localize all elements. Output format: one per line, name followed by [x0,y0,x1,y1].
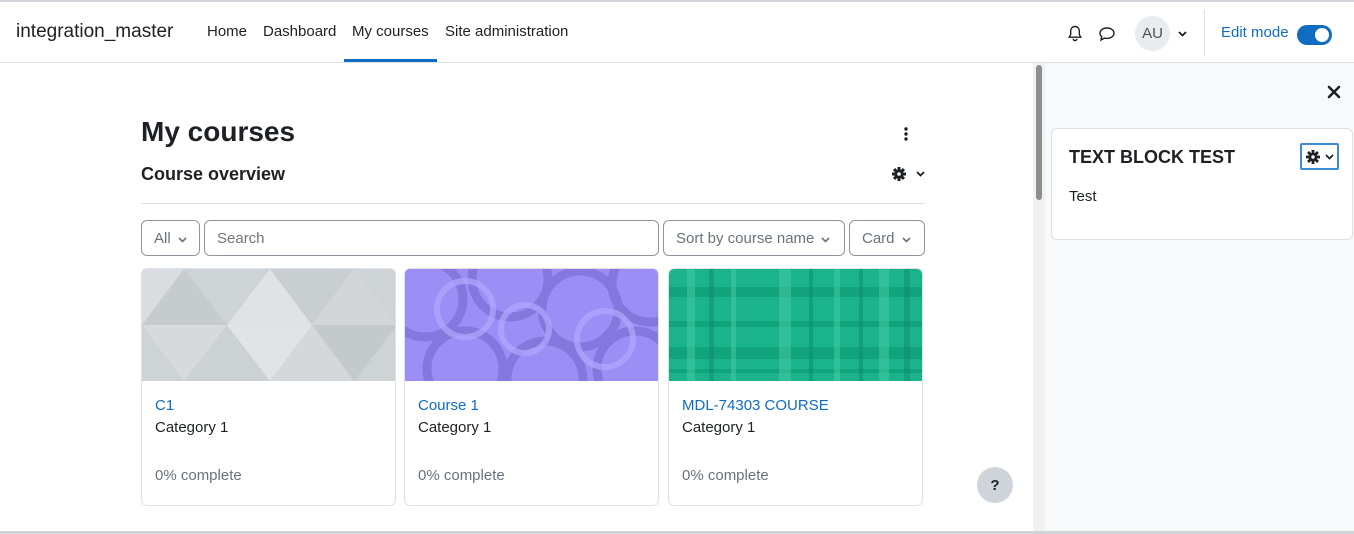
course-name-link[interactable]: Course 1 [418,397,479,414]
notifications-bell-icon[interactable] [1066,24,1084,42]
toggle-knob [1315,28,1329,42]
close-drawer-icon[interactable] [1326,84,1342,100]
view-dropdown-label: Card [862,229,895,247]
help-question-icon: ? [990,476,1000,494]
nav-link-dashboard[interactable]: Dashboard [263,23,336,40]
course-search-input[interactable] [204,220,659,256]
course-name-link[interactable]: MDL-74303 COURSE [682,397,829,414]
chevron-down-icon [178,230,187,247]
user-avatar[interactable]: AU [1135,16,1170,51]
nav-link-my-courses[interactable]: My courses [352,23,429,40]
top-navbar: integration_master Home Dashboard My cou… [0,0,1354,63]
course-name-link[interactable]: C1 [155,397,174,414]
course-image[interactable] [405,269,658,381]
block-content: Test [1069,188,1097,205]
chevron-down-icon [821,230,830,247]
course-category: Category 1 [155,419,229,436]
course-card[interactable]: Course 1 Category 1 0% complete [404,268,659,506]
edit-mode-label[interactable]: Edit mode [1221,24,1289,41]
grouping-dropdown[interactable]: All [141,220,200,256]
course-overview-settings-gear-icon[interactable] [890,164,928,184]
chevron-down-icon [1325,153,1334,160]
user-menu-chevron-down-icon[interactable] [1177,29,1188,39]
grouping-dropdown-label: All [154,229,171,247]
sort-dropdown-label: Sort by course name [676,229,815,247]
course-category: Category 1 [418,419,492,436]
course-image[interactable] [669,269,922,381]
site-name[interactable]: integration_master [16,21,173,43]
messages-bubble-icon[interactable] [1097,25,1116,42]
course-card[interactable]: C1 Category 1 0% complete [141,268,396,506]
nav-link-home[interactable]: Home [207,23,247,40]
section-divider [141,203,925,204]
help-button[interactable]: ? [977,467,1013,503]
course-card[interactable]: MDL-74303 COURSE Category 1 0% complete [668,268,923,506]
course-progress: 0% complete [155,467,242,484]
navbar-divider [1204,10,1205,56]
block-actions-gear-icon[interactable] [1300,143,1339,170]
nav-link-site-administration[interactable]: Site administration [445,23,568,40]
course-category: Category 1 [682,419,756,436]
course-progress: 0% complete [418,467,505,484]
course-overview-title: Course overview [141,164,286,184]
view-dropdown[interactable]: Card [849,220,925,256]
page-title: My courses [141,116,296,147]
active-nav-indicator [344,59,437,62]
main-scrollbar-thumb[interactable] [1036,65,1042,200]
user-initials: AU [1142,25,1163,42]
page-actions-kebab-icon[interactable] [898,124,914,144]
chevron-down-icon [901,230,911,247]
course-progress: 0% complete [682,467,769,484]
course-image[interactable] [142,269,395,381]
block-title: TEXT BLOCK TEST [1069,147,1235,167]
sort-dropdown[interactable]: Sort by course name [663,220,845,256]
edit-mode-toggle[interactable] [1297,25,1332,45]
